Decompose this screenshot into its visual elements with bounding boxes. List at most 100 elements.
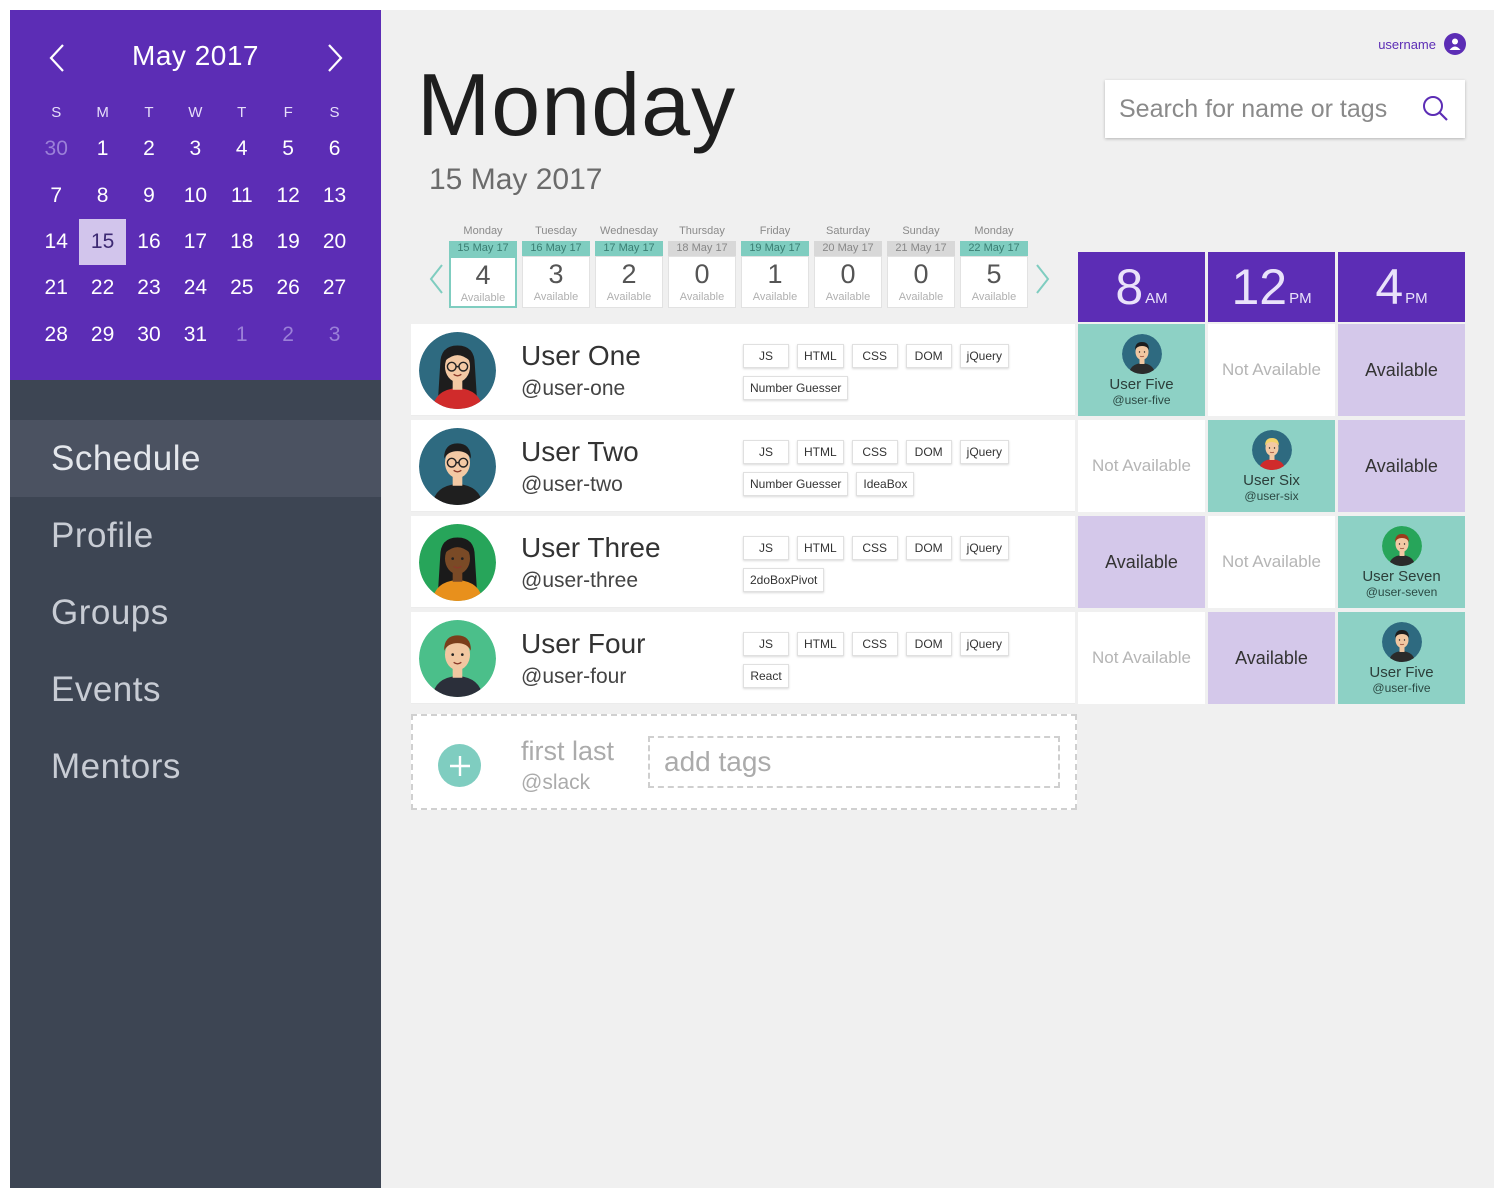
calendar-day[interactable]: 8	[79, 172, 125, 218]
new-user-name-input[interactable]	[521, 736, 641, 767]
tag[interactable]: CSS	[851, 344, 898, 368]
tag[interactable]: HTML	[797, 344, 844, 368]
avatar[interactable]	[419, 332, 496, 409]
calendar-day[interactable]: 30	[33, 126, 79, 172]
calendar-day[interactable]: 9	[126, 172, 172, 218]
tag[interactable]: JS	[743, 440, 789, 464]
booked-slot[interactable]: User Five @user-five	[1078, 324, 1205, 416]
booked-slot[interactable]: User Six @user-six	[1208, 420, 1335, 512]
calendar-day[interactable]: 12	[265, 172, 311, 218]
calendar-day[interactable]: 23	[126, 265, 172, 311]
user-name[interactable]: User One	[521, 340, 641, 372]
search-input[interactable]	[1105, 80, 1405, 138]
calendar-day[interactable]: 24	[172, 265, 218, 311]
calendar-day[interactable]: 21	[33, 265, 79, 311]
avatar[interactable]	[419, 620, 496, 697]
calendar-day[interactable]: 3	[311, 312, 357, 358]
tag[interactable]: CSS	[851, 536, 898, 560]
tag[interactable]: HTML	[797, 440, 844, 464]
week-day[interactable]: Wednesday 17 May 17 2 Available	[595, 225, 663, 308]
tag[interactable]: DOM	[905, 440, 952, 464]
avatar[interactable]	[419, 428, 496, 505]
tag[interactable]: DOM	[905, 632, 952, 656]
available-slot[interactable]: Available	[1338, 420, 1465, 512]
calendar-day[interactable]: 14	[33, 219, 79, 265]
nav-item-events[interactable]: Events	[10, 651, 381, 728]
tag[interactable]: jQuery	[959, 440, 1010, 464]
new-user-slack-input[interactable]	[521, 771, 641, 795]
booked-slot[interactable]: User Five @user-five	[1338, 612, 1465, 704]
calendar-day[interactable]: 1	[219, 312, 265, 358]
calendar-day[interactable]: 2	[126, 126, 172, 172]
calendar-day[interactable]: 20	[311, 219, 357, 265]
calendar-day[interactable]: 13	[311, 172, 357, 218]
avatar[interactable]	[419, 524, 496, 601]
calendar-day[interactable]: 31	[172, 312, 218, 358]
tag[interactable]: IdeaBox	[856, 472, 915, 496]
calendar-day[interactable]: 28	[33, 312, 79, 358]
calendar-day[interactable]: 26	[265, 265, 311, 311]
calendar-day[interactable]: 5	[265, 126, 311, 172]
user-menu[interactable]: username	[1378, 33, 1466, 55]
week-day[interactable]: Thursday 18 May 17 0 Available	[668, 225, 736, 308]
tag[interactable]: Number Guesser	[743, 472, 849, 496]
week-next-icon[interactable]	[1034, 262, 1052, 296]
tag[interactable]: HTML	[797, 536, 844, 560]
nav-item-mentors[interactable]: Mentors	[10, 728, 381, 805]
calendar-day[interactable]: 19	[265, 219, 311, 265]
calendar-day[interactable]: 27	[311, 265, 357, 311]
tag[interactable]: Number Guesser	[743, 376, 849, 400]
week-day[interactable]: Friday 19 May 17 1 Available	[741, 225, 809, 308]
week-day[interactable]: Saturday 20 May 17 0 Available	[814, 225, 882, 308]
calendar-day-selected[interactable]: 15	[79, 218, 126, 266]
new-user-tags-input[interactable]	[648, 736, 1060, 788]
tag[interactable]: JS	[743, 536, 789, 560]
available-slot[interactable]: Available	[1078, 516, 1205, 608]
user-name[interactable]: User Four	[521, 628, 645, 660]
tag[interactable]: jQuery	[959, 536, 1010, 560]
tag[interactable]: jQuery	[959, 632, 1010, 656]
user-name[interactable]: User Two	[521, 436, 639, 468]
tag[interactable]: JS	[743, 632, 789, 656]
user-name[interactable]: User Three	[521, 532, 661, 564]
week-prev-icon[interactable]	[427, 262, 445, 296]
add-user-button[interactable]	[438, 744, 481, 787]
booked-slot[interactable]: User Seven @user-seven	[1338, 516, 1465, 608]
tag[interactable]: CSS	[851, 632, 898, 656]
calendar-day[interactable]: 29	[79, 312, 125, 358]
available-slot[interactable]: Available	[1338, 324, 1465, 416]
calendar-day[interactable]: 30	[126, 312, 172, 358]
search-icon[interactable]	[1421, 94, 1449, 122]
calendar-day[interactable]: 1	[79, 126, 125, 172]
tag[interactable]: CSS	[851, 440, 898, 464]
calendar-day[interactable]: 10	[172, 172, 218, 218]
calendar-day[interactable]: 6	[311, 126, 357, 172]
week-day[interactable]: Tuesday 16 May 17 3 Available	[522, 225, 590, 308]
calendar-day[interactable]: 16	[126, 219, 172, 265]
tag[interactable]: JS	[743, 344, 789, 368]
nav-item-schedule[interactable]: Schedule	[10, 420, 381, 497]
calendar-day[interactable]: 3	[172, 126, 218, 172]
calendar-next-month-button[interactable]	[315, 38, 355, 78]
week-day[interactable]: Monday 15 May 17 4 Available	[449, 225, 517, 308]
username-label[interactable]: username	[1378, 37, 1436, 52]
tag[interactable]: HTML	[797, 632, 844, 656]
tag[interactable]: DOM	[905, 344, 952, 368]
nav-item-profile[interactable]: Profile	[10, 497, 381, 574]
user-icon[interactable]	[1444, 33, 1466, 55]
calendar-day[interactable]: 18	[219, 219, 265, 265]
tag[interactable]: 2doBoxPivot	[743, 568, 825, 592]
calendar-day[interactable]: 11	[219, 172, 265, 218]
calendar-day[interactable]: 4	[219, 126, 265, 172]
calendar-day[interactable]: 7	[33, 172, 79, 218]
tag[interactable]: DOM	[905, 536, 952, 560]
calendar-day[interactable]: 22	[79, 265, 125, 311]
week-day[interactable]: Sunday 21 May 17 0 Available	[887, 225, 955, 308]
tag[interactable]: React	[743, 664, 789, 688]
nav-item-groups[interactable]: Groups	[10, 574, 381, 651]
week-day[interactable]: Monday 22 May 17 5 Available	[960, 225, 1028, 308]
calendar-day[interactable]: 2	[265, 312, 311, 358]
calendar-day[interactable]: 17	[172, 219, 218, 265]
available-slot[interactable]: Available	[1208, 612, 1335, 704]
tag[interactable]: jQuery	[959, 344, 1010, 368]
